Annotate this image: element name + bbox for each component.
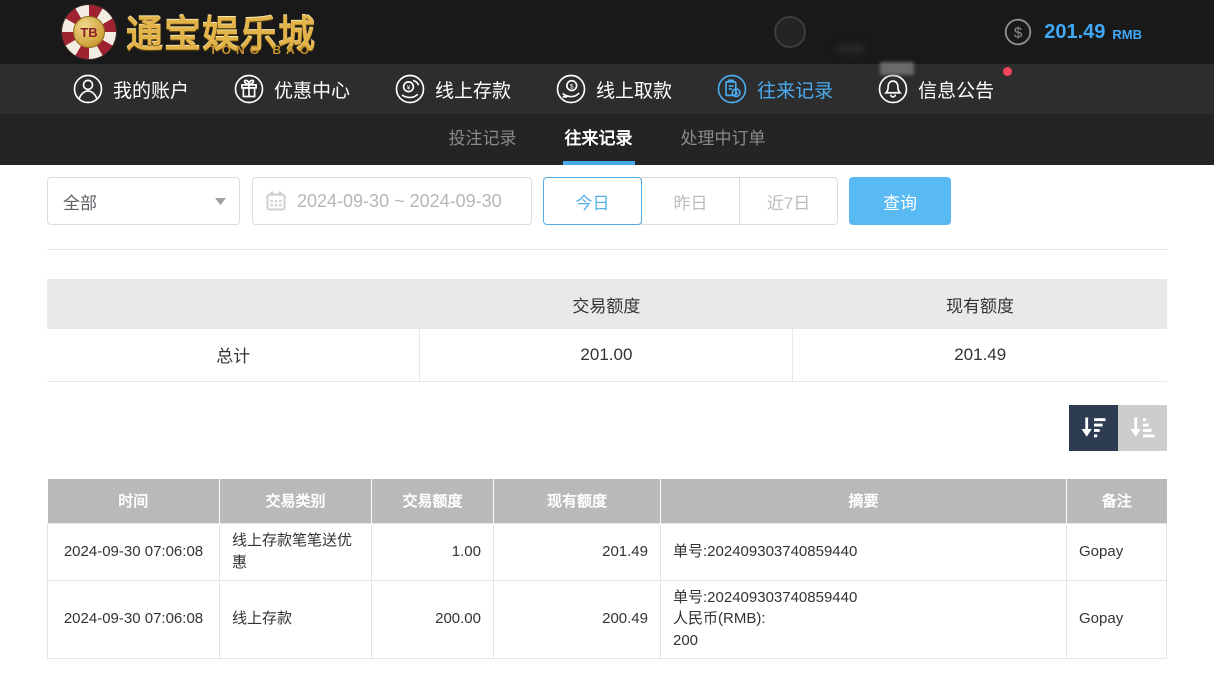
- records-icon: [717, 74, 747, 104]
- sort-ascending-icon: [1129, 415, 1156, 440]
- nav-item-my-account[interactable]: 我的账户: [73, 74, 189, 104]
- col-header-amount: 交易额度: [372, 479, 494, 524]
- summary-total-row: 总计 201.00 201.49: [47, 329, 1167, 381]
- caret-down-icon: [215, 198, 226, 205]
- table-row: 2024-09-30 07:06:08 线上存款笔笔送优惠 1.00 201.4…: [48, 524, 1167, 581]
- gift-icon: [234, 74, 264, 104]
- cell-time: 2024-09-30 07:06:08: [48, 524, 220, 581]
- casino-chip-icon: TB: [62, 5, 116, 59]
- type-select[interactable]: 全部: [47, 177, 240, 225]
- sort-descending-icon: [1080, 415, 1107, 440]
- tab-bet-records[interactable]: 投注记录: [447, 114, 519, 165]
- main-nav: 我的账户 优惠中心 ¥ 线上存款: [0, 64, 1214, 114]
- blurred-artifact: [880, 62, 914, 75]
- divider: [47, 249, 1167, 250]
- tab-pending-orders[interactable]: 处理中订单: [679, 114, 768, 165]
- summary-table: 交易额度 现有额度 总计 201.00 201.49: [47, 279, 1167, 382]
- nav-label: 我的账户: [113, 76, 189, 103]
- summary-total-balance: 201.49: [793, 329, 1167, 381]
- search-button[interactable]: 查询: [849, 177, 951, 225]
- summary-total-trade: 201.00: [420, 329, 793, 381]
- cell-remark: Gopay: [1067, 580, 1167, 658]
- avatar[interactable]: [774, 16, 806, 48]
- summary-header-empty: [47, 279, 420, 329]
- svg-text:$: $: [1014, 25, 1023, 42]
- cell-balance: 200.49: [494, 580, 661, 658]
- date-range-input[interactable]: 2024-09-30 ~ 2024-09-30: [252, 177, 532, 225]
- type-select-value: 全部: [63, 189, 97, 214]
- tab-transaction-records[interactable]: 往来记录: [563, 114, 635, 165]
- dollar-coin-icon: $: [1004, 18, 1032, 46]
- nav-label: 优惠中心: [274, 76, 350, 103]
- balance-amount: 201.49: [1044, 21, 1105, 44]
- col-header-summary: 摘要: [661, 479, 1067, 524]
- sort-ascending-button[interactable]: [1118, 405, 1167, 451]
- summary-header-row: 交易额度 现有额度: [47, 279, 1167, 329]
- cell-amount: 1.00: [372, 524, 494, 581]
- sort-controls: [47, 405, 1167, 451]
- cell-remark: Gopay: [1067, 524, 1167, 581]
- cell-type: 线上存款笔笔送优惠: [220, 524, 372, 581]
- col-header-type: 交易类别: [220, 479, 372, 524]
- cell-summary: 单号:202409303740859440 人民币(RMB): 200: [661, 580, 1067, 658]
- col-header-balance: 现有额度: [494, 479, 661, 524]
- balance-currency: RMB: [1112, 23, 1142, 42]
- cell-summary: 单号:202409303740859440: [661, 524, 1067, 581]
- withdraw-icon: $: [556, 74, 586, 104]
- svg-text:$: $: [570, 83, 574, 90]
- table-row: 2024-09-30 07:06:08 线上存款 200.00 200.49 单…: [48, 580, 1167, 658]
- brand-logo[interactable]: TB 通宝娱乐城 TONG BAO: [62, 5, 316, 59]
- summary-total-label: 总计: [47, 329, 420, 381]
- brand-text: 通宝娱乐城 TONG BAO: [126, 16, 316, 59]
- calendar-icon: [266, 191, 286, 211]
- records-header-row: 时间 交易类别 交易额度 现有额度 摘要 备注: [48, 479, 1167, 524]
- content: 全部 2024-09-30 ~ 2024-09-30 今: [0, 165, 1214, 694]
- nav-label: 信息公告: [918, 76, 994, 103]
- range-today-button[interactable]: 今日: [543, 177, 642, 225]
- range-yesterday-button[interactable]: 昨日: [641, 177, 740, 225]
- nav-item-online-withdraw[interactable]: $ 线上取款: [556, 74, 672, 104]
- col-header-time: 时间: [48, 479, 220, 524]
- range-last7days-button[interactable]: 近7日: [739, 177, 838, 225]
- cell-type: 线上存款: [220, 580, 372, 658]
- user-icon: [73, 74, 103, 104]
- svg-text:¥: ¥: [407, 84, 411, 91]
- nav-label: 线上存款: [435, 76, 511, 103]
- deposit-icon: ¥: [395, 74, 425, 104]
- summary-header-balance: 现有额度: [793, 279, 1167, 329]
- nav-label: 线上取款: [596, 76, 672, 103]
- balance: $ 201.49 RMB: [1004, 18, 1142, 46]
- nav-item-online-deposit[interactable]: ¥ 线上存款: [395, 74, 511, 104]
- sort-descending-button[interactable]: [1069, 405, 1118, 451]
- cell-amount: 200.00: [372, 580, 494, 658]
- chip-monogram: TB: [73, 16, 105, 48]
- nav-item-promotions[interactable]: 优惠中心: [234, 74, 350, 104]
- records-table: 时间 交易类别 交易额度 现有额度 摘要 备注 2024-09-30 07:06…: [47, 479, 1167, 659]
- page: TB 通宝娱乐城 TONG BAO $ 201.49 RMB: [0, 0, 1214, 694]
- cell-balance: 201.49: [494, 524, 661, 581]
- nav-item-transaction-records[interactable]: 往来记录: [717, 74, 833, 104]
- summary-header-trade: 交易额度: [420, 279, 793, 329]
- tab-bar: 投注记录 往来记录 处理中订单: [0, 114, 1214, 165]
- nav-label: 往来记录: [757, 76, 833, 103]
- bell-icon: [878, 74, 908, 104]
- date-range-value: 2024-09-30 ~ 2024-09-30: [297, 191, 502, 212]
- nav-item-announcements[interactable]: 信息公告: [878, 74, 994, 104]
- user-area: $ 201.49 RMB: [774, 16, 1142, 48]
- filter-row: 全部 2024-09-30 ~ 2024-09-30 今: [47, 177, 1167, 225]
- top-header: TB 通宝娱乐城 TONG BAO $ 201.49 RMB: [0, 0, 1214, 64]
- username-blurred[interactable]: [820, 20, 948, 45]
- quick-range-group: 今日 昨日 近7日: [543, 177, 838, 225]
- notification-badge: [1003, 67, 1012, 76]
- cell-time: 2024-09-30 07:06:08: [48, 580, 220, 658]
- col-header-remark: 备注: [1067, 479, 1167, 524]
